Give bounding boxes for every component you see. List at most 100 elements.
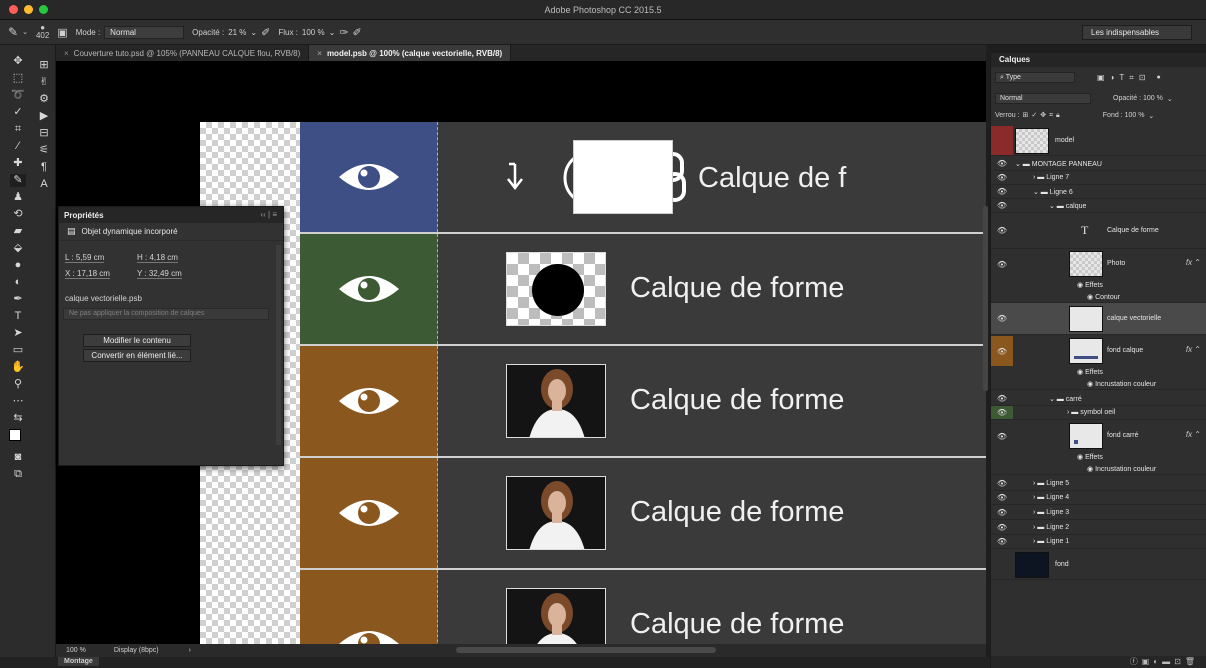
filter-icons[interactable]: ▣◑T⌗⊡: [1097, 73, 1151, 83]
play-icon[interactable]: ▶: [40, 110, 48, 123]
type-tool-icon[interactable]: T: [15, 310, 22, 323]
eye-icon[interactable]: 👁︎: [991, 535, 1013, 548]
flow-value[interactable]: 100 %: [302, 28, 325, 37]
width-field[interactable]: L : 5,59 cm: [65, 253, 105, 263]
group-symbol-oeil[interactable]: 👁︎ › ▬ symbol oeil: [991, 406, 1206, 420]
eye-icon[interactable]: 👁︎: [991, 157, 1013, 170]
y-field[interactable]: Y : 32,49 cm: [137, 269, 182, 279]
adjust-icon[interactable]: ⊟: [39, 127, 48, 140]
doc-info[interactable]: Display (8bpc): [114, 647, 159, 654]
group-ligne-6[interactable]: 👁︎ ⌄ ▬ Ligne 6: [991, 185, 1206, 199]
eye-icon[interactable]: 👁︎: [991, 521, 1013, 534]
marquee-tool-icon[interactable]: ⬚: [13, 72, 23, 85]
eye-icon[interactable]: 👁︎: [991, 303, 1013, 334]
eye-icon[interactable]: 👁︎: [991, 249, 1013, 279]
layer-fond-calque[interactable]: 👁︎ fond calque fx ⌃: [991, 336, 1206, 366]
eye-icon[interactable]: 👁︎: [991, 406, 1013, 419]
close-icon[interactable]: ×: [64, 49, 69, 58]
artboard-tool-icon[interactable]: ⊞: [39, 59, 48, 72]
eye-icon[interactable]: 👁︎: [991, 392, 1013, 405]
canvas-vertical-scrollbar[interactable]: [983, 206, 988, 391]
group-ligne-1[interactable]: 👁︎ › ▬ Ligne 1: [991, 535, 1206, 549]
group-ligne-3[interactable]: 👁︎ › ▬ Ligne 3: [991, 506, 1206, 520]
tab-couverture[interactable]: × Couverture tuto.psd @ 105% (PANNEAU CA…: [56, 45, 310, 61]
layer-comp-select[interactable]: Ne pas appliquer la composition de calqu…: [63, 308, 269, 320]
group-ligne-4[interactable]: 👁︎ › ▬ Ligne 4: [991, 491, 1206, 505]
group-ligne-7[interactable]: 👁︎ › ▬ Ligne 7: [991, 171, 1206, 185]
eraser-tool-icon[interactable]: ▰: [14, 225, 22, 238]
airbrush-icon[interactable]: ✑: [339, 26, 348, 39]
paragraph-icon[interactable]: ¶: [41, 161, 47, 174]
close-icon[interactable]: ×: [317, 49, 322, 58]
eye-icon[interactable]: 👁︎: [991, 421, 1013, 451]
brush-size-picker[interactable]: ● 402: [36, 24, 49, 40]
more-tools-icon[interactable]: ⋯: [13, 395, 24, 408]
layers-footer-icons[interactable]: ⓕ▣◐▬⊡🗑︎: [1130, 657, 1199, 666]
mode-select[interactable]: Normal: [104, 25, 185, 39]
lasso-tool-icon[interactable]: ➰: [11, 89, 25, 102]
lock-icons[interactable]: ⊞✓✥⌗🔒︎: [1023, 111, 1063, 120]
layer-model[interactable]: model: [991, 126, 1206, 156]
brush-panel-toggle[interactable]: ▣: [57, 26, 67, 39]
layer-filter-kind[interactable]: ⌕ Type: [995, 72, 1075, 83]
puppet-tool-icon[interactable]: ✌: [39, 76, 48, 89]
chevron-down-icon[interactable]: ⌄: [329, 28, 336, 37]
brush-tool-preset[interactable]: ✎ ⌄: [8, 25, 28, 39]
history-brush-tool-icon[interactable]: ⟲: [13, 208, 22, 221]
tab-model[interactable]: × model.psb @ 100% (calque vectorielle, …: [309, 45, 512, 61]
group-montage-panneau[interactable]: 👁︎ ⌄ ▬ MONTAGE PANNEAU: [991, 157, 1206, 171]
properties-header[interactable]: Propriétés ‹‹ | ≡: [59, 207, 283, 223]
chevron-down-icon[interactable]: ⌄: [250, 28, 257, 37]
convert-to-linked-button[interactable]: Convertir en élément lié...: [83, 349, 191, 362]
fx-icon[interactable]: fx ⌃: [1186, 345, 1201, 354]
brush-tool-icon[interactable]: ✎: [10, 174, 26, 187]
path-selection-tool-icon[interactable]: ➤: [13, 327, 22, 340]
pen-tool-icon[interactable]: ✒: [13, 293, 22, 306]
shape-tool-icon[interactable]: ▭: [13, 344, 23, 357]
fx-icon[interactable]: fx ⌃: [1186, 430, 1201, 439]
layer-fond-carre[interactable]: 👁︎ fond carré fx ⌃: [991, 421, 1206, 451]
workspace-select[interactable]: Les indispensables: [1082, 25, 1192, 40]
height-field[interactable]: H : 4,18 cm: [137, 253, 178, 263]
pressure-opacity-icon[interactable]: ✐: [261, 26, 270, 39]
effect-incrustation[interactable]: ◉ Incrustation couleur: [991, 378, 1206, 390]
eye-icon[interactable]: 👁︎: [991, 171, 1013, 184]
screen-mode-icon[interactable]: ⧉: [14, 468, 22, 481]
group-calque[interactable]: 👁︎ ⌄ ▬ calque: [991, 199, 1206, 213]
panel-menu-icon[interactable]: ‹‹ | ≡: [260, 210, 277, 219]
eye-icon[interactable]: 👁︎: [991, 213, 1013, 248]
pressure-size-icon[interactable]: ✐: [353, 26, 362, 39]
opacity-value[interactable]: 21 %: [228, 28, 246, 37]
zoom-tool-icon[interactable]: ⚲: [14, 378, 22, 391]
group-carre[interactable]: 👁︎ ⌄ ▬ carré: [991, 392, 1206, 406]
x-field[interactable]: X : 17,18 cm: [65, 269, 110, 279]
layer-fill-control[interactable]: Fond : 100 %: [1103, 112, 1145, 119]
quick-mask-icon[interactable]: ◙: [15, 451, 22, 464]
blend-mode-select[interactable]: Normal: [995, 93, 1091, 104]
layer-photo[interactable]: 👁︎ Photo fx ⌃: [991, 249, 1206, 279]
paint-bucket-tool-icon[interactable]: ⬙: [14, 242, 22, 255]
edit-contents-button[interactable]: Modifier le contenu: [83, 334, 191, 347]
effects-fond-carre[interactable]: ◉ Effets: [991, 451, 1206, 463]
tab-montage[interactable]: Montage: [58, 657, 99, 666]
fx-icon[interactable]: fx ⌃: [1186, 258, 1201, 267]
eye-icon[interactable]: 👁︎: [991, 491, 1013, 504]
group-ligne-2[interactable]: 👁︎ › ▬ Ligne 2: [991, 521, 1206, 535]
eye-icon[interactable]: 👁︎: [991, 477, 1013, 490]
chevron-right-icon[interactable]: ›: [189, 647, 191, 654]
layer-fond[interactable]: fond: [991, 550, 1206, 580]
move-tool-icon[interactable]: ✥: [13, 55, 22, 68]
chevron-down-icon[interactable]: ⌄: [1148, 112, 1154, 120]
group-ligne-5[interactable]: 👁︎ › ▬ Ligne 5: [991, 477, 1206, 491]
properties-scrollbar[interactable]: [276, 245, 281, 445]
filter-toggle-icon[interactable]: ●: [1157, 74, 1161, 81]
layer-calque-de-forme[interactable]: 👁︎ T Calque de forme: [991, 213, 1206, 249]
document-artboard[interactable]: Calque de f Calque de forme Calque de fo…: [200, 122, 986, 644]
dodge-tool-icon[interactable]: ◐: [15, 276, 22, 289]
blur-tool-icon[interactable]: ●: [15, 259, 22, 272]
settings-icon[interactable]: ⚙: [39, 93, 49, 106]
layer-opacity-control[interactable]: Opacité : 100 %: [1113, 95, 1163, 102]
character-icon[interactable]: A: [40, 178, 47, 191]
layers-title[interactable]: Calques: [991, 53, 1206, 67]
eye-icon[interactable]: 👁︎: [991, 336, 1013, 366]
